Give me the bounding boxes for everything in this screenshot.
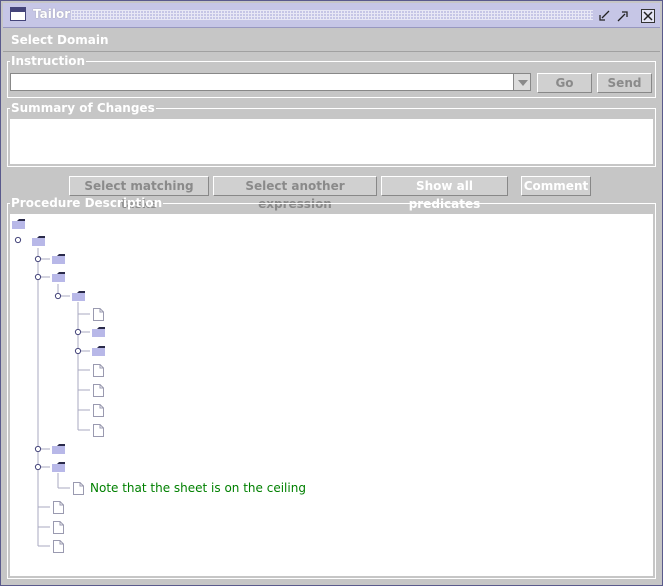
document-icon[interactable] bbox=[93, 308, 104, 321]
tree-handle-icon[interactable] bbox=[34, 273, 42, 281]
menu-select-domain[interactable]: Select Domain bbox=[11, 33, 109, 47]
app-window-icon bbox=[10, 7, 26, 21]
folder-icon[interactable] bbox=[92, 327, 105, 337]
tree-handle-icon[interactable] bbox=[34, 255, 42, 263]
show-all-predicates-button[interactable]: Show all predicates bbox=[381, 176, 508, 211]
title-bar-grip bbox=[71, 10, 593, 20]
tree-graphics bbox=[12, 219, 105, 553]
menu-bar: Select Domain bbox=[3, 29, 660, 52]
window-title: Tailor bbox=[33, 7, 71, 21]
folder-icon[interactable] bbox=[32, 236, 45, 246]
tree-note-label[interactable]: Note that the sheet is on the ceiling bbox=[90, 481, 306, 495]
document-icon[interactable] bbox=[93, 424, 104, 437]
document-icon[interactable] bbox=[53, 540, 64, 553]
document-icon[interactable] bbox=[93, 384, 104, 397]
document-icon[interactable] bbox=[73, 482, 84, 495]
go-button[interactable]: Go bbox=[537, 73, 592, 93]
tree-root-folder-icon[interactable] bbox=[12, 219, 25, 229]
maximize-icon[interactable] bbox=[616, 9, 630, 23]
select-matching-tasks-button[interactable]: Select matching tasks bbox=[69, 176, 209, 211]
tree-handle-icon[interactable] bbox=[34, 463, 42, 471]
folder-icon[interactable] bbox=[52, 462, 65, 472]
tree-handle-icon[interactable] bbox=[74, 347, 82, 355]
select-another-expression-button[interactable]: Select another expression bbox=[213, 176, 377, 211]
folder-icon[interactable] bbox=[52, 272, 65, 282]
summary-legend: Summary of Changes bbox=[11, 101, 155, 115]
document-icon[interactable] bbox=[93, 364, 104, 377]
comment-button[interactable]: Comment bbox=[521, 176, 591, 196]
minimize-icon[interactable] bbox=[597, 9, 611, 23]
summary-text-area[interactable] bbox=[10, 119, 653, 164]
tree-handle-icon[interactable] bbox=[34, 445, 42, 453]
folder-icon[interactable] bbox=[52, 444, 65, 454]
document-icon[interactable] bbox=[93, 404, 104, 417]
dropdown-arrow-icon[interactable] bbox=[513, 73, 531, 91]
document-icon[interactable] bbox=[53, 521, 64, 534]
folder-icon[interactable] bbox=[72, 291, 85, 301]
tree-handle-icon[interactable] bbox=[74, 328, 82, 336]
procedure-legend: Procedure Description bbox=[11, 196, 163, 210]
instruction-combo-input[interactable] bbox=[10, 73, 515, 91]
folder-icon[interactable] bbox=[92, 346, 105, 356]
title-bar[interactable]: Tailor bbox=[3, 3, 660, 28]
close-icon[interactable] bbox=[641, 9, 655, 23]
tree-handle-icon[interactable] bbox=[14, 236, 22, 244]
instruction-legend: Instruction bbox=[11, 54, 86, 68]
procedure-tree[interactable]: Note that the sheet is on the ceiling bbox=[10, 214, 653, 576]
tree-handle-icon[interactable] bbox=[54, 292, 62, 300]
document-icon[interactable] bbox=[53, 501, 64, 514]
folder-icon[interactable] bbox=[52, 254, 65, 264]
send-button[interactable]: Send bbox=[597, 73, 652, 93]
